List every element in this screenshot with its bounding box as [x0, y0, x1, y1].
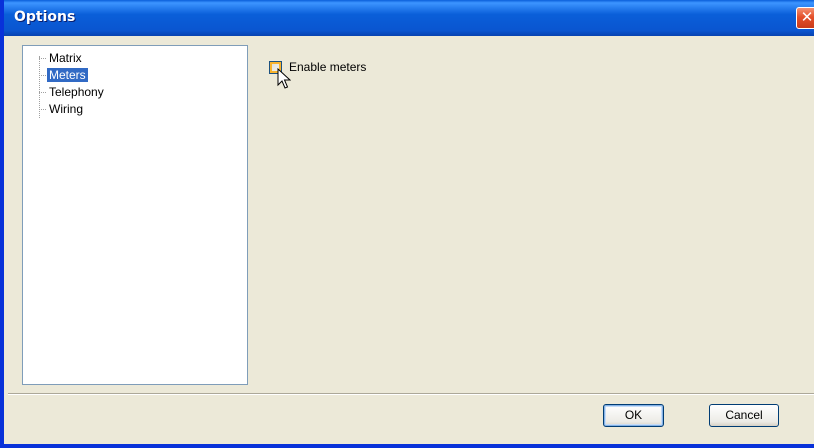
options-category-tree[interactable]: Matrix Meters Telephony Wiring — [22, 45, 248, 385]
tree-item-meters[interactable]: Meters — [35, 67, 88, 83]
mouse-pointer-icon — [277, 68, 291, 89]
tree-item-telephony[interactable]: Telephony — [35, 84, 106, 100]
tree-connector — [39, 109, 46, 110]
tree-connector — [39, 92, 46, 93]
tree-item-label: Wiring — [49, 102, 84, 116]
tree-connector — [39, 58, 46, 59]
tree-item-label: Matrix — [49, 51, 82, 65]
title-bar[interactable]: Options ✕ — [4, 0, 814, 36]
enable-meters-label[interactable]: Enable meters — [289, 60, 366, 74]
cancel-button[interactable]: Cancel — [709, 404, 779, 427]
close-icon: ✕ — [800, 9, 814, 26]
tree-item-matrix[interactable]: Matrix — [35, 50, 84, 66]
tree-item-label: Telephony — [49, 85, 104, 99]
dialog-content: Matrix Meters Telephony Wiring Enable me… — [8, 36, 814, 444]
ok-button[interactable]: OK — [603, 404, 664, 427]
tree-item-label: Meters — [47, 68, 88, 82]
options-dialog: Options ✕ Matrix Meters Telephony Wiring — [0, 0, 814, 448]
tree-item-wiring[interactable]: Wiring — [35, 101, 85, 117]
close-button[interactable]: ✕ — [796, 7, 814, 29]
tree-connector — [39, 75, 46, 76]
button-separator — [8, 393, 814, 395]
window-title: Options — [14, 9, 76, 25]
